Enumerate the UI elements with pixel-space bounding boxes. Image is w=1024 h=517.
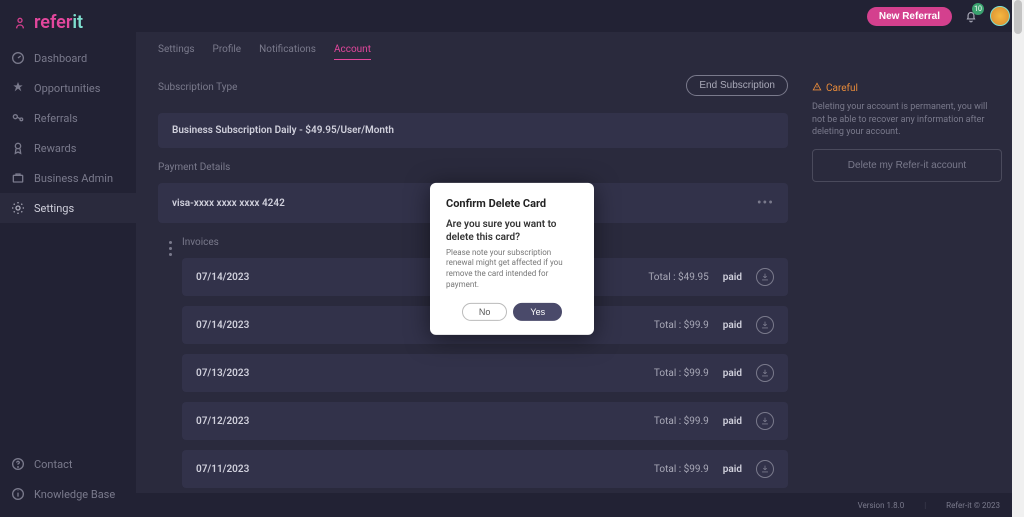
page-scrollbar[interactable] <box>1012 0 1024 517</box>
notification-badge: 10 <box>972 3 984 15</box>
invoice-total: Total : $99.9 <box>654 368 709 379</box>
tab-account[interactable]: Account <box>334 44 371 60</box>
download-invoice-button[interactable] <box>756 412 774 430</box>
sidebar-item-label: Dashboard <box>34 52 87 65</box>
invoice-date: 07/14/2023 <box>196 320 249 331</box>
invoice-date: 07/14/2023 <box>196 272 249 283</box>
sidebar-item-opportunities[interactable]: Opportunities <box>0 73 136 103</box>
sidebar-item-rewards[interactable]: Rewards <box>0 133 136 163</box>
sidebar-item-business-admin[interactable]: Business Admin <box>0 163 136 193</box>
subscription-plan-text: Business Subscription Daily - $49.95/Use… <box>172 125 394 136</box>
tab-profile[interactable]: Profile <box>213 44 242 60</box>
payment-details-title: Payment Details <box>158 162 788 173</box>
tab-notifications[interactable]: Notifications <box>259 44 316 60</box>
footer-version: Version 1.8.0 <box>858 501 905 510</box>
topbar: New Referral 10 <box>136 0 1024 32</box>
sidebar-item-label: Opportunities <box>34 82 100 95</box>
info-icon <box>10 486 26 502</box>
careful-heading: Careful <box>812 82 1002 95</box>
careful-label: Careful <box>826 83 858 94</box>
invoice-status: paid <box>723 464 742 475</box>
invoice-status: paid <box>723 272 742 283</box>
opportunities-icon <box>10 80 26 96</box>
avatar[interactable] <box>990 6 1010 26</box>
modal-title: Confirm Delete Card <box>446 196 578 209</box>
delete-account-button[interactable]: Delete my Refer-it account <box>812 149 1002 182</box>
subscription-type-title: Subscription Type <box>158 82 237 93</box>
brand-icon <box>12 15 28 31</box>
sidebar-item-dashboard[interactable]: Dashboard <box>0 43 136 73</box>
dashboard-icon <box>10 50 26 66</box>
invoice-date: 07/12/2023 <box>196 416 249 427</box>
invoice-status: paid <box>723 416 742 427</box>
sidebar-item-contact[interactable]: Contact <box>0 449 136 479</box>
modal-yes-button[interactable]: Yes <box>513 303 562 321</box>
sidebar-item-label: Settings <box>34 202 74 215</box>
brand-logo[interactable]: referit <box>0 8 136 43</box>
sidebar-item-settings[interactable]: Settings <box>0 193 136 223</box>
sidebar-item-label: Knowledge Base <box>34 488 115 501</box>
business-admin-icon <box>10 170 26 186</box>
invoice-row: 07/12/2023 Total : $99.9 paid <box>182 402 788 440</box>
brand-text-b: it <box>72 12 83 33</box>
brand-text-a: refer <box>34 12 72 33</box>
invoice-total: Total : $49.95 <box>648 272 708 283</box>
sidebar-item-label: Business Admin <box>34 172 113 185</box>
download-invoice-button[interactable] <box>756 364 774 382</box>
settings-icon <box>10 200 26 216</box>
invoice-row: 07/11/2023 Total : $99.9 paid <box>182 450 788 488</box>
download-invoice-button[interactable] <box>756 268 774 286</box>
invoice-row: 07/13/2023 Total : $99.9 paid <box>182 354 788 392</box>
subscription-plan-card: Business Subscription Daily - $49.95/Use… <box>158 113 788 148</box>
sidebar-item-knowledge-base[interactable]: Knowledge Base <box>0 479 136 509</box>
referrals-icon <box>10 110 26 126</box>
sidebar-item-label: Referrals <box>34 112 78 125</box>
rewards-icon <box>10 140 26 156</box>
invoice-date: 07/13/2023 <box>196 368 249 379</box>
footer: Version 1.8.0 | Refer-it © 2023 <box>136 493 1024 517</box>
careful-text: Deleting your account is permanent, you … <box>812 101 1002 139</box>
payment-card-text: visa-xxxx xxxx xxxx 4242 <box>172 198 285 209</box>
sidebar: referit Dashboard Opportunities Referral… <box>0 0 136 517</box>
invoice-status: paid <box>723 368 742 379</box>
invoice-total: Total : $99.9 <box>654 320 709 331</box>
confirm-delete-card-modal: Confirm Delete Card Are you sure you wan… <box>430 182 594 334</box>
settings-tabs: Settings Profile Notifications Account <box>136 32 1024 68</box>
invoice-status: paid <box>723 320 742 331</box>
invoice-date: 07/11/2023 <box>196 464 249 475</box>
new-referral-button[interactable]: New Referral <box>867 7 952 26</box>
footer-copyright: Refer-it © 2023 <box>946 501 1000 510</box>
drag-handle-icon[interactable] <box>158 241 182 256</box>
notifications-button[interactable]: 10 <box>962 7 980 25</box>
sidebar-item-label: Contact <box>34 458 72 471</box>
sidebar-item-referrals[interactable]: Referrals <box>0 103 136 133</box>
modal-question: Are you sure you want to delete this car… <box>446 217 578 243</box>
download-invoice-button[interactable] <box>756 460 774 478</box>
tabs-label: Settings <box>158 44 195 60</box>
help-icon <box>10 456 26 472</box>
sidebar-item-label: Rewards <box>34 142 76 155</box>
invoice-total: Total : $99.9 <box>654 416 709 427</box>
payment-card-more-button[interactable]: ••• <box>757 195 774 211</box>
download-invoice-button[interactable] <box>756 316 774 334</box>
invoice-total: Total : $99.9 <box>654 464 709 475</box>
end-subscription-button[interactable]: End Subscription <box>686 75 788 96</box>
scrollbar-thumb[interactable] <box>1014 0 1022 34</box>
warning-icon <box>812 82 822 95</box>
modal-note: Please note your subscription renewal mi… <box>446 247 578 290</box>
modal-no-button[interactable]: No <box>462 303 508 321</box>
